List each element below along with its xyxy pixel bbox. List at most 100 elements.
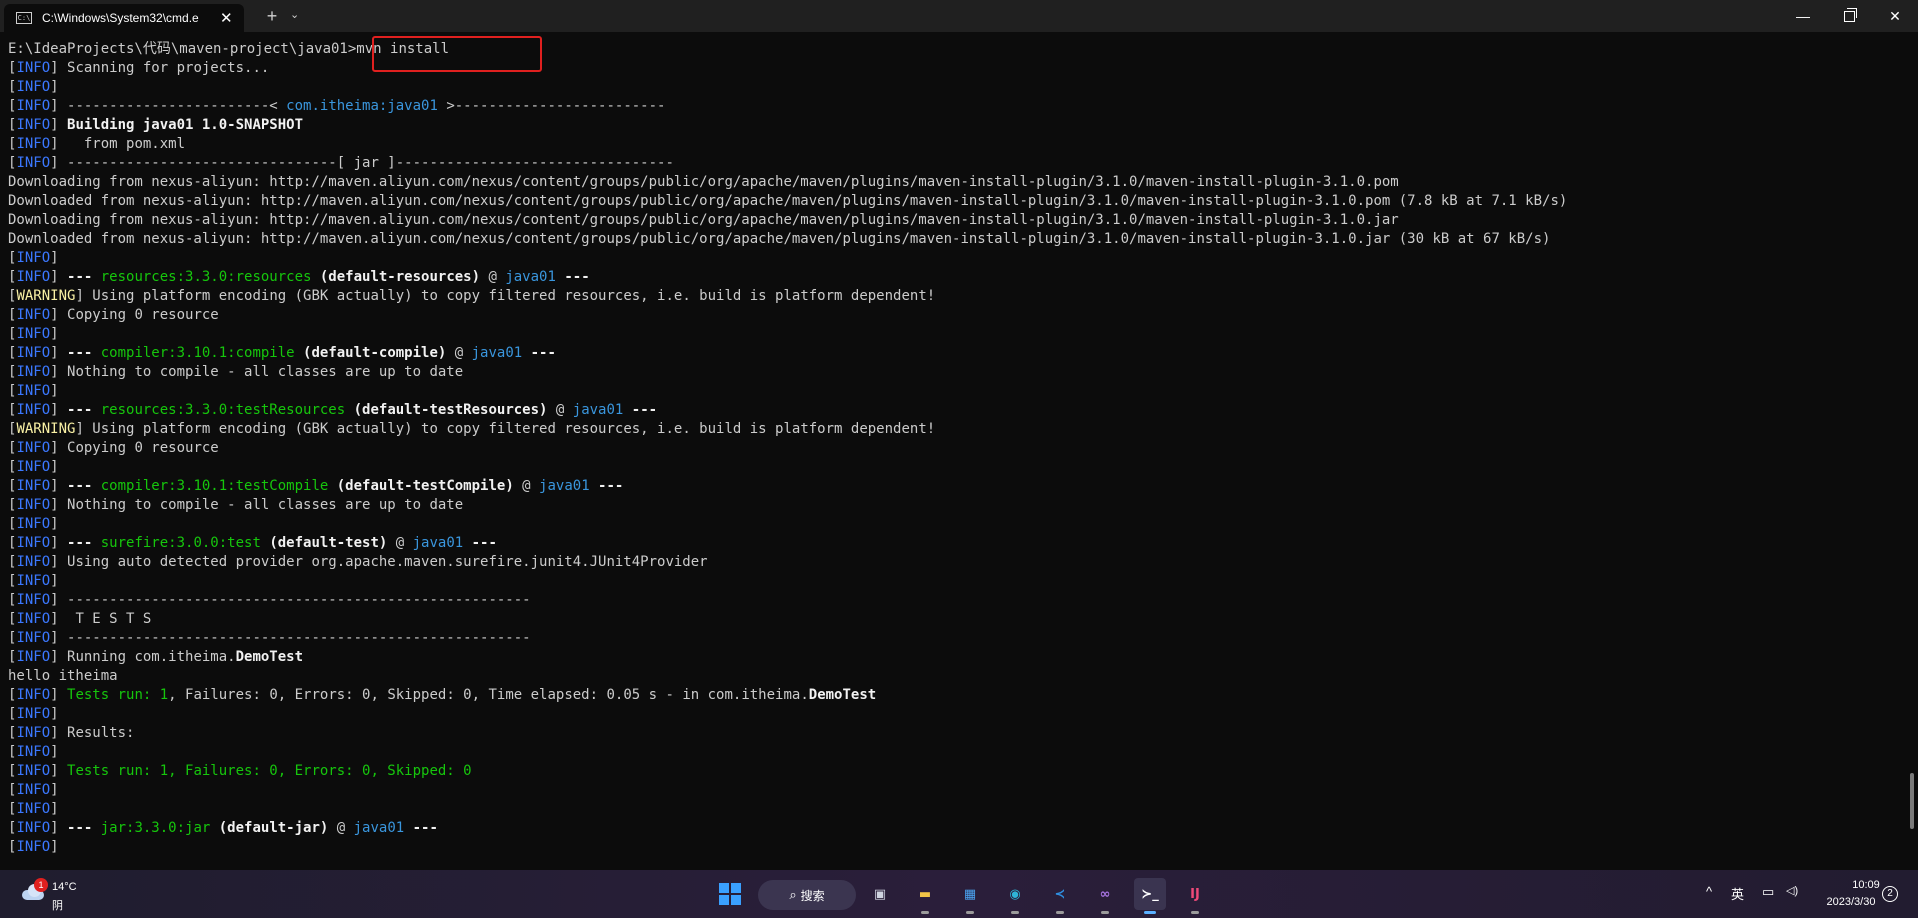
intellij-idea-icon: IJ bbox=[1190, 886, 1200, 902]
taskbar-task-view[interactable]: ▣ bbox=[864, 878, 896, 910]
running-indicator bbox=[1191, 911, 1199, 914]
close-window-button[interactable]: ✕ bbox=[1872, 0, 1918, 32]
log-level-warning: WARNING bbox=[16, 421, 76, 437]
log-level-info: INFO bbox=[16, 649, 51, 665]
log-level-info: INFO bbox=[16, 516, 51, 532]
log-level-info: INFO bbox=[16, 269, 51, 285]
terminal-line: [INFO] Building java01 1.0-SNAPSHOT bbox=[8, 117, 304, 133]
log-level-info: INFO bbox=[16, 117, 51, 133]
minimize-button[interactable]: — bbox=[1780, 0, 1826, 32]
log-level-info: INFO bbox=[16, 383, 51, 399]
terminal-line: Downloading from nexus-aliyun: http://ma… bbox=[8, 174, 1399, 190]
terminal-line: [INFO] --------------------------------[… bbox=[8, 155, 674, 171]
terminal-line: [WARNING] Using platform encoding (GBK a… bbox=[8, 421, 936, 437]
terminal-line: [INFO] Tests run: 1, Failures: 0, Errors… bbox=[8, 687, 877, 703]
log-level-warning: WARNING bbox=[16, 288, 76, 304]
terminal-line: [INFO] ------------------------< com.ith… bbox=[8, 98, 666, 114]
log-level-info: INFO bbox=[16, 155, 51, 171]
edge-browser-icon: ◉ bbox=[1009, 886, 1021, 902]
log-level-info: INFO bbox=[16, 763, 51, 779]
log-level-info: INFO bbox=[16, 402, 51, 418]
search-button[interactable]: ⌕ 搜索 bbox=[758, 880, 856, 910]
running-indicator bbox=[1144, 911, 1156, 914]
taskbar-terminal[interactable]: ≻_ bbox=[1134, 878, 1166, 914]
terminal-line: [INFO] T E S T S bbox=[8, 611, 152, 627]
log-level-info: INFO bbox=[16, 611, 51, 627]
taskbar-visual-studio[interactable]: ∞ bbox=[1089, 878, 1121, 914]
terminal-line: [INFO] Using auto detected provider org.… bbox=[8, 554, 708, 570]
log-level-info: INFO bbox=[16, 801, 51, 817]
terminal-line: [INFO] --- resources:3.3.0:resources (de… bbox=[8, 269, 590, 285]
notification-badge[interactable]: 2 bbox=[1882, 886, 1898, 902]
terminal-line: Downloaded from nexus-aliyun: http://mav… bbox=[8, 231, 1551, 247]
taskbar-microsoft-store[interactable]: ▦ bbox=[954, 878, 986, 914]
taskbar-file-explorer[interactable]: ▬ bbox=[909, 878, 941, 914]
volume-icon[interactable]: ◁) bbox=[1786, 884, 1798, 897]
tab-cmd[interactable]: C:\ C:\Windows\System32\cmd.e ✕ bbox=[4, 4, 244, 32]
terminal-line: [INFO] from pom.xml bbox=[8, 136, 186, 152]
search-icon: ⌕ bbox=[789, 887, 797, 902]
tab-dropdown-chevron-icon[interactable]: ⌄ bbox=[290, 8, 299, 21]
network-icon[interactable]: ▭ bbox=[1762, 884, 1774, 900]
terminal-line: [INFO] bbox=[8, 326, 59, 342]
clock-date[interactable]: 2023/3/30 bbox=[1816, 896, 1886, 908]
log-level-info: INFO bbox=[16, 60, 51, 76]
log-level-info: INFO bbox=[16, 725, 51, 741]
search-label: 搜索 bbox=[800, 888, 825, 903]
log-level-info: INFO bbox=[16, 554, 51, 570]
weather-condition: 阴 bbox=[52, 900, 63, 912]
terminal-line: [INFO] --- jar:3.3.0:jar (default-jar) @… bbox=[8, 820, 438, 836]
log-level-info: INFO bbox=[16, 706, 51, 722]
terminal-output[interactable]: E:\IdeaProjects\代码\maven-project\java01>… bbox=[8, 40, 1898, 860]
log-level-info: INFO bbox=[16, 79, 51, 95]
terminal-line: [INFO] Tests run: 1, Failures: 0, Errors… bbox=[8, 763, 472, 779]
terminal-line: [INFO] bbox=[8, 459, 59, 475]
taskbar-vscode[interactable]: ≺ bbox=[1044, 878, 1076, 914]
log-level-info: INFO bbox=[16, 459, 51, 475]
weather-widget[interactable]: 1 14°C 阴 bbox=[18, 876, 88, 912]
terminal-line: [INFO] bbox=[8, 839, 59, 855]
terminal-line: [INFO] bbox=[8, 706, 59, 722]
terminal-line: [INFO] bbox=[8, 744, 59, 760]
terminal-line: [INFO] bbox=[8, 573, 59, 589]
log-level-info: INFO bbox=[16, 535, 51, 551]
terminal-line: [INFO] ---------------------------------… bbox=[8, 630, 531, 646]
file-explorer-icon: ▬ bbox=[918, 886, 932, 902]
log-level-info: INFO bbox=[16, 573, 51, 589]
log-level-info: INFO bbox=[16, 326, 51, 342]
running-indicator bbox=[921, 911, 929, 914]
start-button[interactable] bbox=[714, 878, 746, 910]
maximize-button[interactable] bbox=[1826, 0, 1872, 32]
log-level-info: INFO bbox=[16, 307, 51, 323]
title-bar: C:\ C:\Windows\System32\cmd.e ✕ + ⌄ — ✕ bbox=[0, 0, 1918, 32]
terminal-line: [INFO] bbox=[8, 782, 59, 798]
ime-indicator[interactable]: 英 bbox=[1731, 884, 1744, 903]
terminal-line: [INFO] --- surefire:3.0.0:test (default-… bbox=[8, 535, 497, 551]
terminal-line: [INFO] Running com.itheima.DemoTest bbox=[8, 649, 304, 665]
taskbar-edge-browser[interactable]: ◉ bbox=[999, 878, 1031, 914]
prompt-line: E:\IdeaProjects\代码\maven-project\java01>… bbox=[8, 40, 1898, 59]
cmd-icon: C:\ bbox=[16, 12, 32, 24]
new-tab-button[interactable]: + bbox=[262, 6, 282, 27]
terminal-icon: ≻_ bbox=[1141, 886, 1159, 902]
clock-time[interactable]: 10:09 bbox=[1846, 879, 1886, 891]
terminal-line: [INFO] bbox=[8, 516, 59, 532]
running-indicator bbox=[1101, 911, 1109, 914]
taskbar: 1 14°C 阴 ⌕ 搜索 ▣ ▬ ▦ ◉ ≺ ∞ ≻_ IJ ^ 英 ▭ ◁) 10:09 … bbox=[0, 870, 1918, 918]
terminal-line: [INFO] bbox=[8, 801, 59, 817]
log-level-info: INFO bbox=[16, 250, 51, 266]
terminal-line: [INFO] --- resources:3.3.0:testResources… bbox=[8, 402, 658, 418]
terminal-scrollbar[interactable] bbox=[1910, 773, 1914, 829]
log-level-info: INFO bbox=[16, 839, 51, 855]
terminal-line: [INFO] bbox=[8, 250, 59, 266]
visual-studio-icon: ∞ bbox=[1099, 886, 1111, 902]
taskbar-intellij-idea[interactable]: IJ bbox=[1179, 878, 1211, 914]
terminal-line: [INFO] Copying 0 resource bbox=[8, 440, 219, 456]
tray-overflow-chevron-icon[interactable]: ^ bbox=[1706, 884, 1712, 899]
terminal-line: [INFO] --- compiler:3.10.1:testCompile (… bbox=[8, 478, 624, 494]
prompt-path: E:\IdeaProjects\代码\maven-project\java01> bbox=[8, 41, 357, 57]
running-indicator bbox=[1011, 911, 1019, 914]
log-level-info: INFO bbox=[16, 364, 51, 380]
close-tab-icon[interactable]: ✕ bbox=[220, 9, 233, 27]
terminal-line: [INFO] ---------------------------------… bbox=[8, 592, 531, 608]
